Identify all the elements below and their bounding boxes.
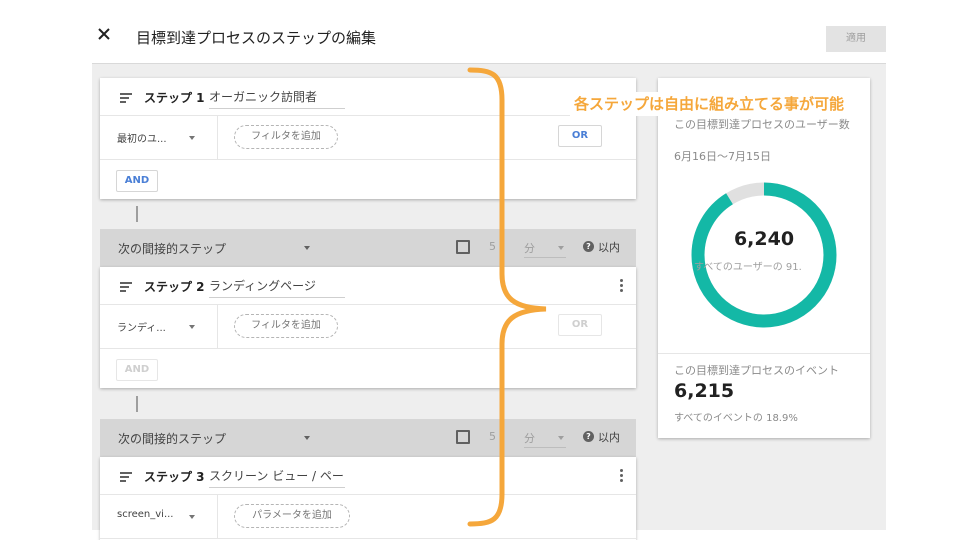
close-icon[interactable] bbox=[96, 26, 112, 42]
funnel-summary-card: この目標到達プロセスのユーザー数 6月16日～7月15日 6,240 すべてのユ… bbox=[658, 78, 870, 438]
and-button[interactable]: AND bbox=[116, 359, 158, 381]
step-connector bbox=[136, 396, 138, 412]
step-label: ステップ 3 bbox=[144, 470, 205, 484]
editor-header: 目標到達プロセスのステップの編集 適用 bbox=[0, 0, 960, 64]
users-share: すべてのユーザーの 91. bbox=[694, 262, 802, 273]
help-icon[interactable]: ? bbox=[583, 431, 594, 442]
or-button[interactable]: OR bbox=[558, 125, 602, 147]
step-label: ステップ 2 bbox=[144, 280, 205, 294]
date-range: 6月16日～7月15日 bbox=[674, 150, 771, 163]
events-label: この目標到達プロセスのイベント bbox=[674, 364, 839, 377]
add-parameter-chip[interactable]: パラメータを追加 bbox=[234, 504, 350, 528]
drag-handle-icon[interactable] bbox=[120, 472, 132, 482]
or-button[interactable]: OR bbox=[558, 314, 602, 336]
step-connector bbox=[136, 206, 138, 222]
within-label: 以内 bbox=[598, 241, 620, 254]
caret-down-icon bbox=[189, 515, 195, 519]
time-limit-checkbox[interactable] bbox=[456, 430, 470, 444]
drag-handle-icon[interactable] bbox=[120, 282, 132, 292]
step-header: ステップ 1 オーガニック訪問者 bbox=[100, 78, 636, 116]
help-icon[interactable]: ? bbox=[583, 241, 594, 252]
step-header: ステップ 3 スクリーン ビュー / ペー bbox=[100, 457, 636, 495]
add-filter-chip[interactable]: フィルタを追加 bbox=[234, 125, 338, 149]
users-value: 6,240 bbox=[733, 228, 795, 250]
funnel-step-editor: 目標到達プロセスのステップの編集 適用 ステップ 1 オーガニック訪問者 最初の… bbox=[0, 0, 960, 540]
add-filter-chip[interactable]: フィルタを追加 bbox=[234, 314, 338, 338]
condition-row: 最初のユ... フィルタを追加 OR bbox=[100, 116, 636, 160]
step-name-input[interactable]: オーガニック訪問者 bbox=[209, 87, 345, 109]
step-header: ステップ 2 ランディングページ bbox=[100, 267, 636, 305]
caret-down-icon bbox=[189, 136, 195, 140]
next-indirect-step-bar: 次の間接的ステップ 5 分 ? 以内 bbox=[100, 229, 636, 267]
drag-handle-icon[interactable] bbox=[120, 93, 132, 103]
more-vert-icon[interactable] bbox=[620, 469, 624, 483]
caret-down-icon[interactable] bbox=[558, 436, 564, 440]
caret-down-icon[interactable] bbox=[558, 246, 564, 250]
donut-fill bbox=[691, 182, 837, 328]
step-card-3: ステップ 3 スクリーン ビュー / ペー screen_vi... パラメータ… bbox=[100, 457, 636, 540]
divider bbox=[658, 353, 870, 354]
dimension-value: ランディ... bbox=[117, 323, 166, 334]
users-donut-chart bbox=[691, 182, 837, 328]
next-indirect-step-bar: 次の間接的ステップ 5 分 ? 以内 bbox=[100, 419, 636, 457]
time-value[interactable]: 5 bbox=[489, 240, 496, 253]
time-limit-checkbox[interactable] bbox=[456, 240, 470, 254]
annotation-label: 各ステップは自由に組み立てる事が可能 bbox=[570, 92, 849, 116]
more-vert-icon[interactable] bbox=[620, 279, 624, 293]
time-value[interactable]: 5 bbox=[489, 430, 496, 443]
caret-down-icon[interactable] bbox=[304, 246, 310, 250]
step-label: ステップ 1 bbox=[144, 91, 205, 105]
caret-down-icon[interactable] bbox=[304, 436, 310, 440]
step-name-input[interactable]: ランディングページ bbox=[209, 276, 345, 298]
condition-row: ランディ... フィルタを追加 OR bbox=[100, 305, 636, 349]
step-card-2: ステップ 2 ランディングページ ランディ... フィルタを追加 OR AND bbox=[100, 267, 636, 388]
dimension-value: 最初のユ... bbox=[117, 134, 167, 145]
next-step-select[interactable]: 次の間接的ステップ bbox=[118, 430, 226, 447]
step-card-1: ステップ 1 オーガニック訪問者 最初のユ... フィルタを追加 OR AND bbox=[100, 78, 636, 199]
and-button[interactable]: AND bbox=[116, 170, 158, 192]
page-title: 目標到達プロセスのステップの編集 bbox=[136, 29, 377, 47]
events-value: 6,215 bbox=[674, 380, 735, 402]
caret-down-icon bbox=[189, 325, 195, 329]
condition-row: screen_vi... パラメータを追加 bbox=[100, 495, 636, 539]
dimension-value: screen_vi... bbox=[117, 509, 174, 520]
next-step-select[interactable]: 次の間接的ステップ bbox=[118, 240, 226, 257]
users-label: この目標到達プロセスのユーザー数 bbox=[674, 118, 850, 131]
apply-button[interactable]: 適用 bbox=[826, 26, 886, 52]
dimension-select[interactable]: ランディ... bbox=[100, 305, 218, 348]
dimension-select[interactable]: screen_vi... bbox=[100, 495, 218, 538]
step-name-input[interactable]: スクリーン ビュー / ペー bbox=[209, 466, 345, 488]
events-share: すべてのイベントの 18.9% bbox=[674, 413, 798, 424]
within-label: 以内 bbox=[598, 431, 620, 444]
dimension-select[interactable]: 最初のユ... bbox=[100, 116, 218, 159]
